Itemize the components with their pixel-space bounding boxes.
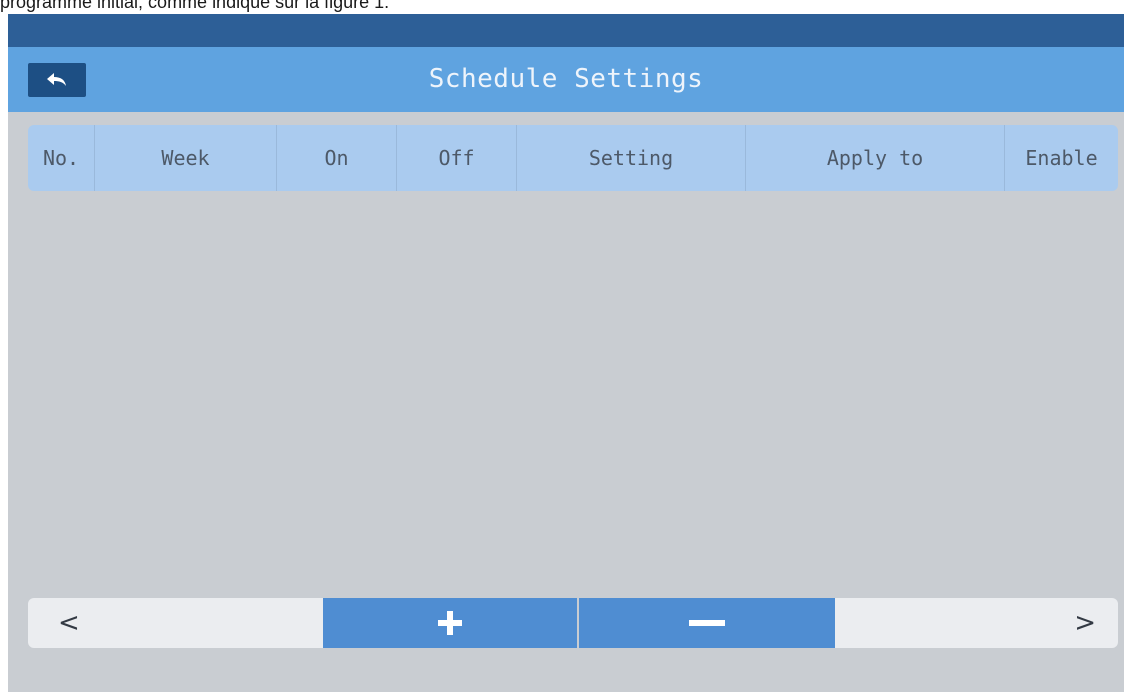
column-header-on: On (277, 125, 397, 191)
next-page-button[interactable]: > (835, 598, 1118, 648)
column-header-setting: Setting (517, 125, 746, 191)
back-arrow-icon (47, 73, 66, 86)
chevron-right-icon: > (1074, 608, 1096, 638)
top-strip (8, 14, 1124, 47)
schedule-screen: Schedule Settings No. Week On Off Settin… (8, 14, 1124, 692)
table-header: No. Week On Off Setting Apply to Enable (28, 125, 1118, 191)
bottom-toolbar: < > (28, 598, 1118, 648)
schedule-list (28, 191, 1118, 591)
page-title: Schedule Settings (428, 64, 704, 94)
column-header-week: Week (95, 125, 277, 191)
column-header-no: No. (28, 125, 95, 191)
add-schedule-button[interactable] (323, 598, 579, 648)
column-header-apply-to: Apply to (746, 125, 1005, 191)
back-button[interactable] (28, 63, 86, 97)
minus-icon (689, 620, 725, 626)
column-header-off: Off (397, 125, 517, 191)
previous-page-button[interactable]: < (28, 598, 323, 648)
caption-text: programme initial, comme indiqué sur la … (0, 0, 390, 12)
plus-icon (438, 611, 462, 635)
title-bar: Schedule Settings (8, 47, 1124, 112)
remove-schedule-button[interactable] (579, 598, 835, 648)
chevron-left-icon: < (58, 608, 80, 638)
column-header-enable: Enable (1025, 146, 1098, 170)
